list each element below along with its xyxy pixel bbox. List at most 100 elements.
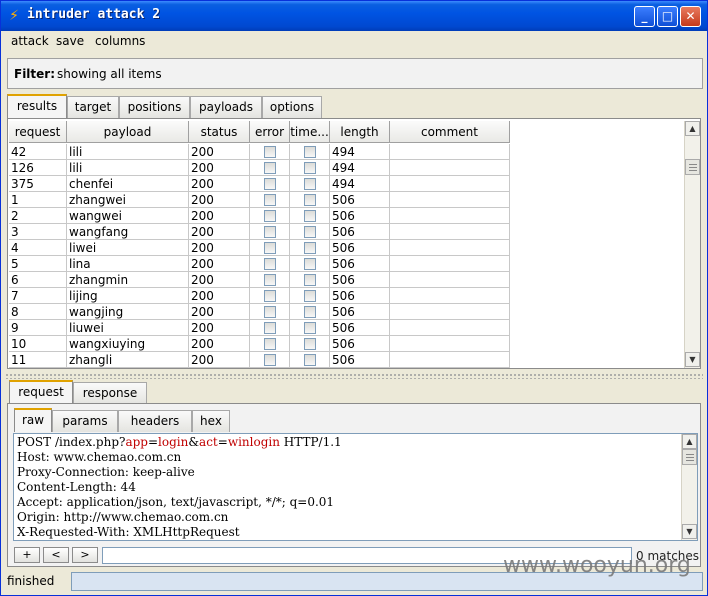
cell-timeout <box>290 288 330 304</box>
scroll-thumb[interactable] <box>685 159 700 175</box>
raw-request-editor[interactable]: POST /index.php?app=login&act=winlogin H… <box>13 433 698 541</box>
cell-comment <box>390 176 510 192</box>
timeout-checkbox[interactable] <box>304 306 316 318</box>
cell-error <box>250 336 290 352</box>
scroll-down-button[interactable]: ▼ <box>682 524 697 539</box>
cell-length: 506 <box>330 288 390 304</box>
col-length[interactable]: length <box>330 121 390 143</box>
timeout-checkbox[interactable] <box>304 322 316 334</box>
table-row[interactable]: 4 liwei 200 506 <box>9 240 510 256</box>
col-comment[interactable]: comment <box>390 121 510 143</box>
tab-params[interactable]: params <box>52 410 118 432</box>
filter-bar[interactable]: Filter: showing all items <box>7 58 703 89</box>
timeout-checkbox[interactable] <box>304 178 316 190</box>
maximize-button[interactable]: □ <box>657 6 678 27</box>
cell-request: 10 <box>9 336 67 352</box>
col-timeout[interactable]: time... <box>290 121 330 143</box>
tab-response[interactable]: response <box>73 382 147 404</box>
tab-request[interactable]: request <box>9 380 73 404</box>
cell-length: 506 <box>330 320 390 336</box>
tab-payloads[interactable]: payloads <box>190 96 262 118</box>
timeout-checkbox[interactable] <box>304 290 316 302</box>
col-status[interactable]: status <box>189 121 250 143</box>
search-prev-button[interactable]: < <box>43 547 69 563</box>
tab-raw[interactable]: raw <box>14 408 52 432</box>
timeout-checkbox[interactable] <box>304 146 316 158</box>
table-row[interactable]: 9 liuwei 200 506 <box>9 320 510 336</box>
error-checkbox[interactable] <box>264 306 276 318</box>
tab-hex[interactable]: hex <box>192 410 230 432</box>
cell-comment <box>390 320 510 336</box>
tab-target[interactable]: target <box>67 96 119 118</box>
timeout-checkbox[interactable] <box>304 162 316 174</box>
table-row[interactable]: 8 wangjing 200 506 <box>9 304 510 320</box>
table-row[interactable]: 2 wangwei 200 506 <box>9 208 510 224</box>
search-add-button[interactable]: + <box>14 547 40 563</box>
timeout-checkbox[interactable] <box>304 258 316 270</box>
cell-comment <box>390 160 510 176</box>
minimize-button[interactable]: _ <box>634 6 655 27</box>
error-checkbox[interactable] <box>264 194 276 206</box>
col-error[interactable]: error <box>250 121 290 143</box>
menu-columns[interactable]: columns <box>95 34 145 48</box>
tab-results[interactable]: results <box>7 94 67 118</box>
error-checkbox[interactable] <box>264 226 276 238</box>
timeout-checkbox[interactable] <box>304 226 316 238</box>
scroll-down-button[interactable]: ▼ <box>685 352 700 367</box>
table-row[interactable]: 3 wangfang 200 506 <box>9 224 510 240</box>
table-row[interactable]: 126 lili 200 494 <box>9 160 510 176</box>
tab-positions[interactable]: positions <box>119 96 190 118</box>
search-next-button[interactable]: > <box>72 547 98 563</box>
table-row[interactable]: 7 lijing 200 506 <box>9 288 510 304</box>
error-checkbox[interactable] <box>264 274 276 286</box>
timeout-checkbox[interactable] <box>304 210 316 222</box>
pane-splitter[interactable] <box>5 373 703 379</box>
scroll-thumb[interactable] <box>682 449 697 465</box>
error-checkbox[interactable] <box>264 178 276 190</box>
editor-scrollbar[interactable]: ▲ ▼ <box>681 434 697 540</box>
error-checkbox[interactable] <box>264 354 276 366</box>
results-table-panel: request payload status error time... len… <box>7 118 701 369</box>
tab-headers[interactable]: headers <box>118 410 192 432</box>
menu-attack[interactable]: attack <box>11 34 49 48</box>
cell-request: 2 <box>9 208 67 224</box>
table-row[interactable]: 42 lili 200 494 <box>9 144 510 160</box>
timeout-checkbox[interactable] <box>304 194 316 206</box>
error-checkbox[interactable] <box>264 210 276 222</box>
watermark: www.wooyun.org <box>503 553 691 578</box>
cell-error <box>250 288 290 304</box>
table-row[interactable]: 6 zhangmin 200 506 <box>9 272 510 288</box>
table-row[interactable]: 5 lina 200 506 <box>9 256 510 272</box>
col-payload[interactable]: payload <box>67 121 189 143</box>
cell-comment <box>390 304 510 320</box>
title-bar[interactable]: ⚡ intruder attack 2 _ □ ✕ <box>1 1 707 31</box>
timeout-checkbox[interactable] <box>304 354 316 366</box>
error-checkbox[interactable] <box>264 162 276 174</box>
table-row[interactable]: 1 zhangwei 200 506 <box>9 192 510 208</box>
table-row[interactable]: 11 zhangli 200 506 <box>9 352 510 368</box>
error-checkbox[interactable] <box>264 338 276 350</box>
col-request[interactable]: request <box>9 121 67 143</box>
timeout-checkbox[interactable] <box>304 338 316 350</box>
timeout-checkbox[interactable] <box>304 274 316 286</box>
cell-status: 200 <box>189 240 250 256</box>
table-row[interactable]: 375 chenfei 200 494 <box>9 176 510 192</box>
error-checkbox[interactable] <box>264 258 276 270</box>
results-scrollbar[interactable]: ▲ ▼ <box>684 121 700 368</box>
menu-save[interactable]: save <box>56 34 84 48</box>
scroll-up-button[interactable]: ▲ <box>685 121 700 136</box>
cell-error <box>250 352 290 368</box>
error-checkbox[interactable] <box>264 322 276 334</box>
error-checkbox[interactable] <box>264 290 276 302</box>
timeout-checkbox[interactable] <box>304 242 316 254</box>
error-checkbox[interactable] <box>264 242 276 254</box>
cell-length: 494 <box>330 160 390 176</box>
close-button[interactable]: ✕ <box>680 6 701 27</box>
lightning-icon: ⚡ <box>9 8 19 24</box>
filter-value[interactable]: showing all items <box>57 67 162 81</box>
tab-options[interactable]: options <box>262 96 322 118</box>
header-line: Accept: application/json, text/javascrip… <box>17 495 335 509</box>
scroll-up-button[interactable]: ▲ <box>682 434 697 449</box>
error-checkbox[interactable] <box>264 146 276 158</box>
table-row[interactable]: 10 wangxiuying 200 506 <box>9 336 510 352</box>
